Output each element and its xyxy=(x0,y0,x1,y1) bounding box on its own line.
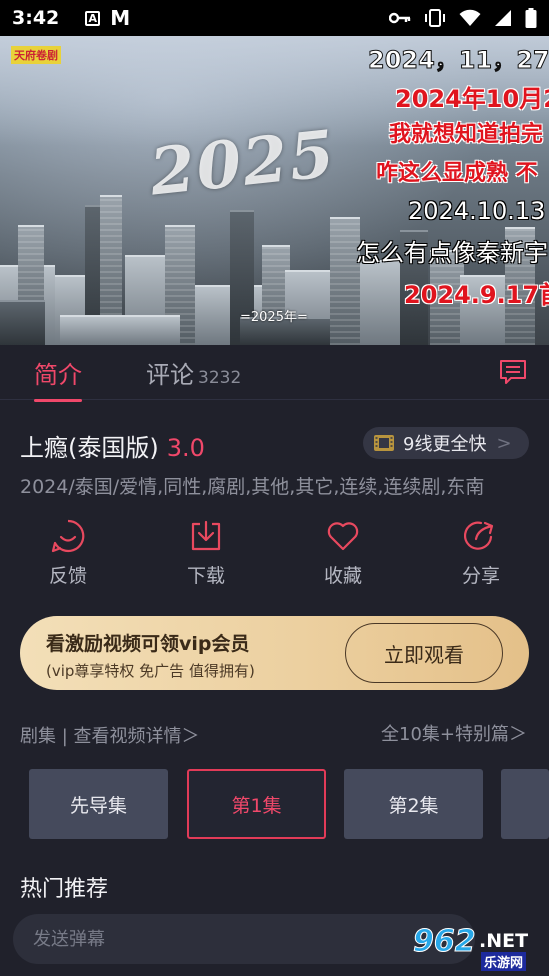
detail-tabs: 简介 评论 3232 xyxy=(0,345,549,402)
download-icon xyxy=(191,520,221,551)
site-watermark-net: .NET xyxy=(479,930,529,952)
key-icon xyxy=(389,12,411,24)
episode-item[interactable]: 第2集 xyxy=(344,769,483,839)
status-time: 3:42 xyxy=(12,7,60,29)
danmaku-comment: 我就想知道拍完 xyxy=(389,122,544,147)
hot-recommend-title: 热门推荐 xyxy=(20,877,109,902)
vip-banner-title: 看激励视频可领vip会员 xyxy=(46,633,250,655)
danmaku-comment: 2024年10月2 xyxy=(395,85,549,113)
danmaku-comment: 2024.10.13 xyxy=(408,197,546,225)
danmaku-comment: 2024.9.17首 xyxy=(404,281,549,309)
battery-icon xyxy=(525,8,537,28)
share-button[interactable]: 分享 xyxy=(441,515,521,588)
building xyxy=(360,260,405,345)
tab-intro[interactable]: 简介 xyxy=(34,355,82,402)
danmaku-list-icon[interactable] xyxy=(499,359,527,385)
download-button[interactable]: 下载 xyxy=(166,515,246,588)
tab-intro-label: 简介 xyxy=(34,361,82,389)
favorite-label: 收藏 xyxy=(323,565,362,587)
vibrate-icon xyxy=(425,9,445,27)
danmaku-comment: 2024，11，27看 xyxy=(368,46,549,74)
building xyxy=(330,217,360,345)
m-notification-icon: M xyxy=(110,6,131,30)
video-player[interactable]: 天府卷剧 2025 =2025年= 2024，11，27看 2024年10月2 … xyxy=(0,36,549,345)
favorite-button[interactable]: 收藏 xyxy=(303,515,383,588)
episode-list: 先导集 第1集 第2集 xyxy=(29,769,549,839)
vip-reward-banner[interactable]: 看激励视频可领vip会员 (vip尊享特权 免广告 值得拥有) 立即观看 xyxy=(20,616,529,690)
share-icon xyxy=(464,521,494,550)
a-notification-icon: A xyxy=(85,10,101,26)
site-watermark: 962 .NET 乐游网 xyxy=(401,920,541,971)
episodes-total-link[interactable]: 全10集+特别篇＞ xyxy=(381,720,527,746)
show-title: 上瘾(泰国版) xyxy=(20,434,159,462)
episode-item-partial[interactable] xyxy=(501,769,549,839)
episode-item[interactable]: 先导集 xyxy=(29,769,168,839)
show-score: 3.0 xyxy=(166,434,205,462)
site-watermark-name: 乐游网 xyxy=(481,952,527,971)
tab-comments[interactable]: 评论 3232 xyxy=(146,355,241,390)
line-select-label: 9线更全快 xyxy=(403,434,487,455)
action-bar: 反馈 下载 收藏 分享 xyxy=(0,515,549,595)
feedback-label: 反馈 xyxy=(48,565,87,587)
site-watermark-number: 962 xyxy=(413,924,477,960)
heart-icon xyxy=(327,522,359,551)
share-label: 分享 xyxy=(461,565,500,587)
download-label: 下载 xyxy=(186,565,225,587)
feedback-smile-icon xyxy=(51,519,85,553)
tab-comments-label: 评论 xyxy=(146,361,194,389)
episodes-header[interactable]: 剧集 | 查看视频详情＞ xyxy=(20,722,200,748)
signal-icon xyxy=(495,10,511,26)
film-icon xyxy=(374,435,394,451)
feedback-button[interactable]: 反馈 xyxy=(28,515,108,588)
video-overlay-subtitle: =2025年= xyxy=(240,310,308,325)
line-select-button[interactable]: 9线更全快 > xyxy=(363,427,529,459)
chevron-right-icon: > xyxy=(496,432,512,454)
comments-count: 3232 xyxy=(198,368,242,388)
channel-logo: 天府卷剧 xyxy=(11,46,61,64)
vip-banner-subtitle: (vip尊享特权 免广告 值得拥有) xyxy=(46,662,255,680)
show-tags: 2024/泰国/爱情,同性,腐剧,其他,其它,连续,连续剧,东南 xyxy=(20,476,485,498)
danmaku-comment: 怎么有点像秦新宇 xyxy=(356,239,548,267)
status-bar: 3:42 A M xyxy=(0,0,549,36)
wifi-icon xyxy=(459,9,481,26)
watch-now-button[interactable]: 立即观看 xyxy=(345,623,503,683)
danmaku-comment: 咋这么显成熟 不 xyxy=(376,161,538,186)
show-title-row: 上瘾(泰国版) 3.0 xyxy=(20,428,205,463)
episode-item-selected[interactable]: 第1集 xyxy=(187,769,326,839)
building xyxy=(60,315,180,345)
building xyxy=(0,300,45,345)
